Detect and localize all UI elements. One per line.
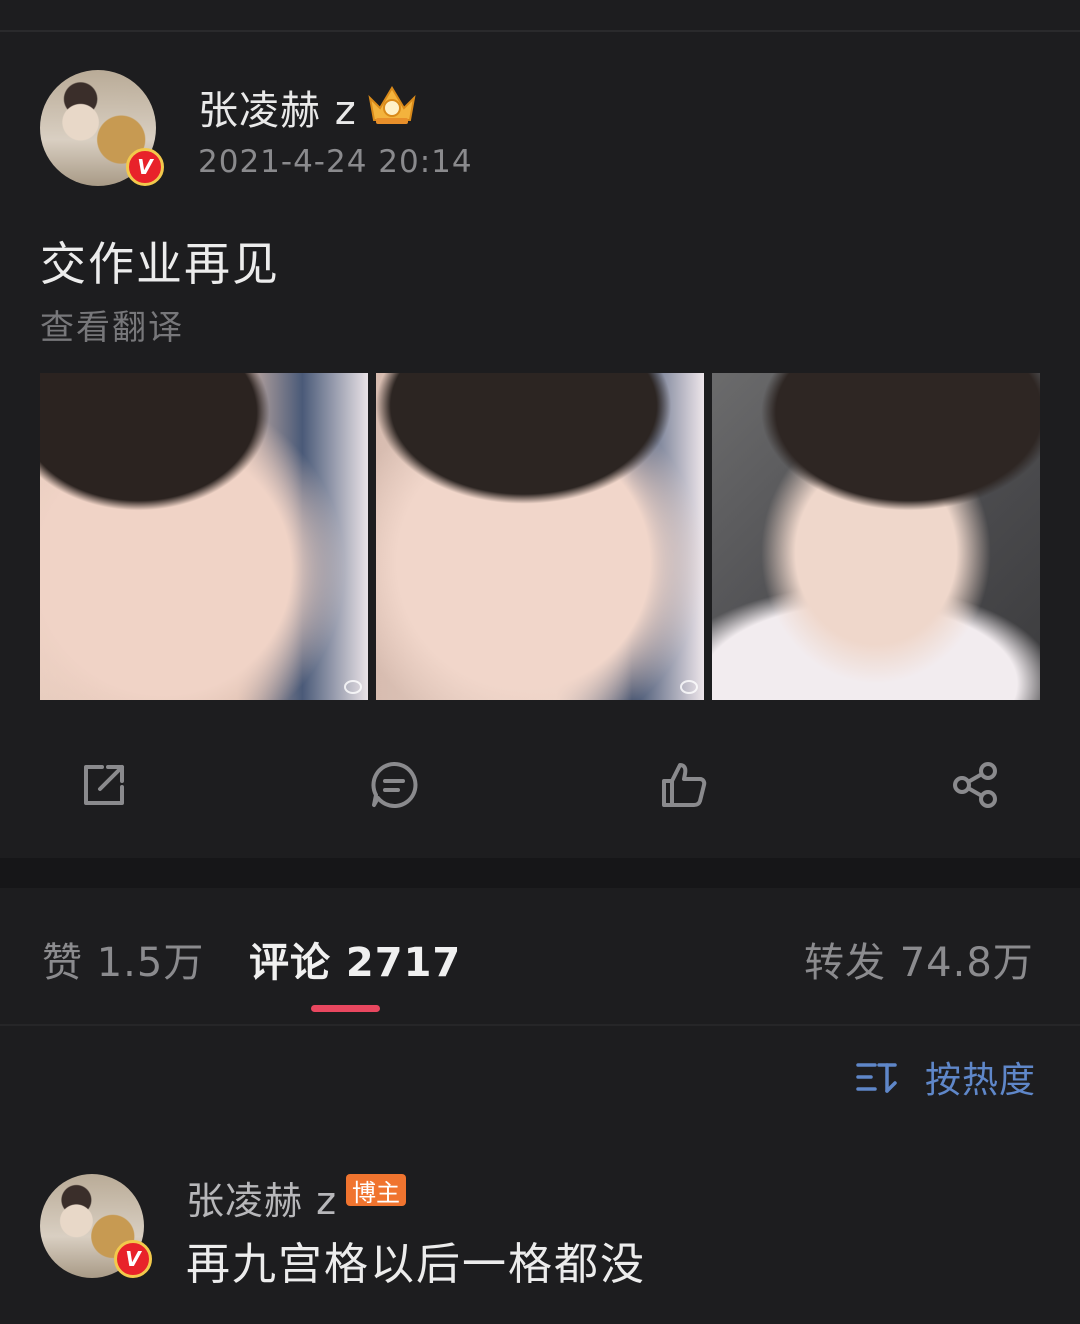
watermark-icon (680, 680, 698, 694)
tab-comments[interactable]: 评论 2717 (249, 930, 461, 988)
photo-grid (40, 373, 1040, 700)
share-button[interactable] (946, 755, 1006, 815)
post-timestamp: 2021-4-24 20:14 (198, 144, 473, 180)
author-name[interactable]: 张凌赫 z (198, 78, 357, 136)
section-divider (0, 858, 1080, 888)
author-badge: 博主 (346, 1174, 406, 1207)
crown-icon (368, 86, 416, 124)
comment-text: 再九宫格以后一格都没 (186, 1239, 646, 1290)
tabs-divider (0, 1024, 1080, 1026)
sort-label: 按热度 (924, 1060, 1036, 1101)
tab-reposts[interactable]: 转发 74.8万 (804, 930, 1034, 988)
photo-3[interactable] (712, 373, 1040, 700)
repost-button[interactable] (74, 755, 134, 815)
top-divider (0, 30, 1080, 32)
photo-2[interactable] (376, 373, 704, 700)
comment-icon (371, 761, 418, 808)
verified-icon: V (126, 148, 164, 186)
translate-link[interactable]: 查看翻译 (40, 300, 184, 349)
comment-item: V 张凌赫 z 博主 再九宫格以后一格都没 (40, 1174, 1040, 1324)
comment-button[interactable] (364, 755, 424, 815)
stats-tabs: 赞 1.5万 评论 2717 转发 74.8万 (0, 888, 1080, 1024)
sort-icon (856, 1063, 897, 1093)
commenter-name[interactable]: 张凌赫 z (186, 1170, 337, 1225)
active-tab-indicator (311, 1005, 380, 1012)
like-button[interactable] (654, 755, 714, 815)
repost-icon (84, 765, 124, 805)
tab-likes[interactable]: 赞 1.5万 (42, 930, 204, 988)
photo-1[interactable] (40, 373, 368, 700)
watermark-icon (344, 680, 362, 694)
share-icon (953, 762, 997, 808)
like-icon (662, 763, 707, 807)
action-bar (40, 755, 1040, 815)
verified-icon: V (114, 1240, 152, 1278)
post-text: 交作业再见 (40, 237, 280, 291)
post-header: V 张凌赫 z 2021-4-24 20:14 (40, 70, 1040, 200)
sort-button[interactable]: 按热度 (855, 1054, 1036, 1101)
